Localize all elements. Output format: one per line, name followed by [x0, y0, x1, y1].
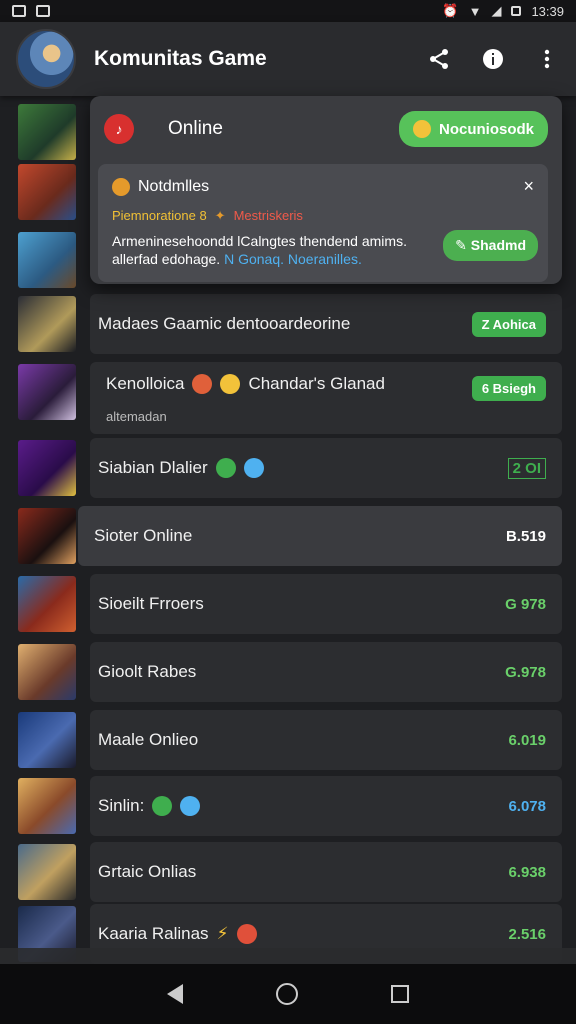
status-time: 13:39 — [531, 3, 564, 19]
home-icon[interactable] — [275, 983, 298, 1005]
online-status-popup: ♪ Online Nocuniosodk Notdmlles × Piemnor… — [90, 96, 562, 284]
info-icon[interactable] — [480, 46, 506, 72]
recents-icon[interactable] — [391, 985, 410, 1003]
game-thumbnail — [18, 644, 76, 700]
status-badge[interactable]: Z Aohica — [471, 311, 546, 337]
pencil-icon: ✎ — [455, 237, 471, 253]
game-name: Maale Onlieo — [98, 730, 199, 749]
game-name: Sioeilt Frroers — [98, 594, 204, 613]
list-item[interactable]: Maale Onlieo 6.019 — [0, 706, 576, 774]
game-thumbnail — [18, 296, 76, 352]
player-count: G.978 — [505, 663, 546, 681]
alarm-icon: ⏰ — [442, 3, 459, 18]
list-item[interactable]: Sioter Online B.519 — [0, 502, 576, 570]
list-item[interactable]: Gioolt Rabes G.978 — [0, 638, 576, 706]
game-name: Kaaria Ralinas ⚡ — [98, 924, 508, 944]
game-thumbnail — [18, 712, 76, 768]
player-count: 6.078 — [508, 797, 546, 815]
game-thumbnail — [18, 778, 76, 834]
more-vert-icon[interactable] — [534, 46, 560, 72]
game-thumbnail — [18, 508, 76, 564]
list-item[interactable]: Kenolloica Chandar's Glanad 6 Bsiegh alt… — [0, 358, 576, 434]
game-thumbnail — [18, 440, 76, 496]
battery-icon — [511, 6, 522, 16]
game-card-selected[interactable]: Sioter Online B.519 — [78, 506, 562, 566]
game-name: Kenolloica Chandar's Glanad — [106, 374, 385, 394]
edit-icon — [243, 458, 264, 478]
list-footer-fade — [0, 948, 576, 964]
page-title: Komunitas Game — [94, 47, 267, 70]
smile-emoji-icon — [220, 374, 241, 394]
coin-icon — [112, 178, 130, 196]
game-thumbnail — [18, 844, 76, 900]
edit-icon — [180, 796, 201, 816]
list-item[interactable]: Sioeilt Frroers G 978 — [0, 570, 576, 638]
game-subtitle: altemadan — [106, 409, 167, 424]
player-count: 2 OI — [507, 457, 546, 479]
game-card[interactable]: Gioolt Rabes G.978 — [90, 642, 562, 702]
game-name: Siabian Dlalier — [98, 458, 508, 478]
app-bar: Komunitas Game — [0, 22, 576, 96]
notification-warning: Piemnorationе 8 — [112, 208, 207, 223]
list-item[interactable]: Sinlin: 6.078 — [0, 772, 576, 840]
chat-icon — [152, 796, 173, 816]
smile-icon — [412, 120, 431, 138]
star-icon: ✦ — [214, 208, 226, 223]
game-name: Gioolt Rabes — [98, 662, 197, 681]
notification-card: Notdmlles × Piemnorationе 8 ✦ Mestrisker… — [98, 164, 548, 282]
player-count: G 978 — [505, 595, 546, 613]
game-thumbnail — [18, 364, 76, 420]
notification-title: Notdmlles — [138, 178, 210, 195]
list-item[interactable]: Madaes Gaamic dentooardeorine Z Aohica — [0, 290, 576, 358]
game-card[interactable]: Siabian Dlalier 2 OI — [90, 438, 562, 498]
game-thumbnail — [18, 576, 76, 632]
game-card[interactable]: Maale Onlieo 6.019 — [90, 710, 562, 770]
notification-body: Armeninesehoondd lCalngtes thendend amim… — [112, 233, 407, 267]
fire-emoji-icon — [236, 924, 257, 944]
game-thumbnail — [18, 232, 76, 288]
game-card[interactable]: Madaes Gaamic dentooardeorine Z Aohica — [90, 294, 562, 354]
image-icon — [36, 5, 50, 17]
status-bar: ⏰ ▼ ◢ 13:39 — [0, 0, 576, 22]
game-thumbnail — [18, 104, 76, 160]
notification-alert: Mestriskeris — [233, 208, 303, 223]
status-badge[interactable]: 6 Bsiegh — [471, 376, 546, 401]
game-card[interactable]: Sioeilt Frroers G 978 — [90, 574, 562, 634]
online-badge-button[interactable]: Nocuniosodk — [398, 111, 548, 147]
list-item[interactable]: Siabian Dlalier 2 OI — [0, 434, 576, 502]
wifi-icon: ▼ — [468, 3, 482, 19]
notification-icon — [12, 5, 26, 17]
signal-icon: ◢ — [491, 3, 502, 18]
share-button[interactable]: ✎ Shadmd — [443, 230, 538, 261]
list-item[interactable]: Grtaic Onlias 6.938 — [0, 838, 576, 906]
game-card[interactable]: Kenolloica Chandar's Glanad 6 Bsiegh alt… — [90, 362, 562, 434]
game-thumbnail — [18, 164, 76, 220]
share-icon[interactable] — [426, 46, 452, 72]
close-icon[interactable]: × — [523, 176, 534, 197]
player-count: 6.019 — [508, 731, 546, 749]
player-count: 6.938 — [508, 863, 546, 881]
game-card[interactable]: Grtaic Onlias 6.938 — [90, 842, 562, 902]
back-icon[interactable] — [166, 984, 183, 1004]
online-status-label: Online — [168, 118, 223, 139]
game-name: Grtaic Onlias — [98, 862, 197, 881]
record-icon[interactable]: ♪ — [104, 114, 134, 144]
game-name: Sinlin: — [98, 796, 508, 816]
player-count: B.519 — [505, 527, 546, 545]
fire-emoji-icon — [192, 374, 213, 394]
community-avatar[interactable] — [16, 29, 76, 89]
chat-icon — [215, 458, 236, 478]
game-name: Sioter Online — [94, 526, 193, 545]
bolt-icon: ⚡ — [216, 924, 229, 943]
system-nav-bar — [0, 964, 576, 1024]
game-name: Madaes Gaamic dentooardeorine — [98, 314, 351, 333]
player-count: 2.516 — [508, 925, 546, 943]
game-card[interactable]: Sinlin: 6.078 — [90, 776, 562, 836]
